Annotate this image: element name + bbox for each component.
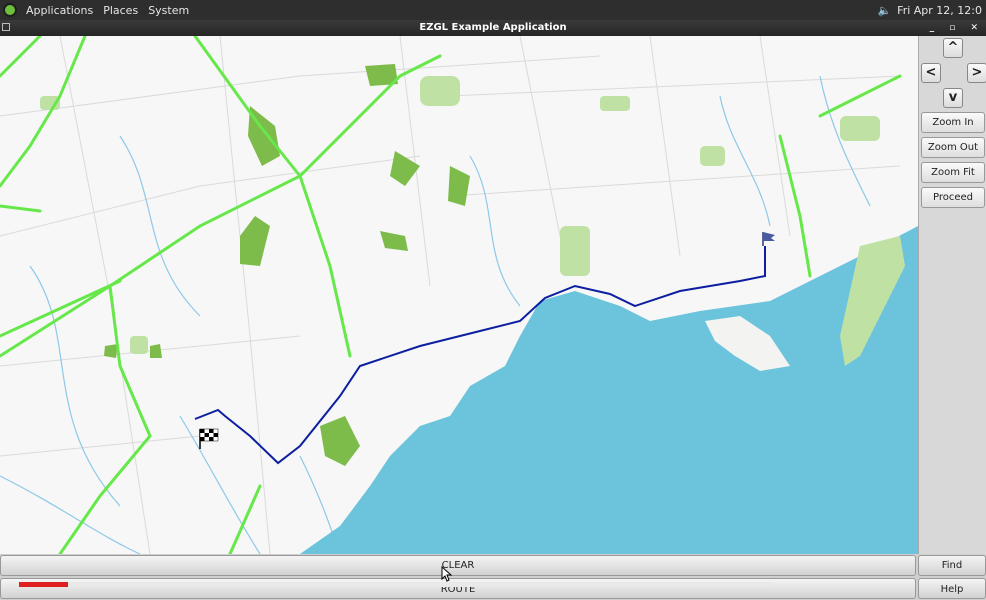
menu-places[interactable]: Places [98,4,143,17]
zoom-in-button[interactable]: Zoom In [921,112,985,133]
route-progress-fill [19,582,69,587]
system-top-bar: Applications Places System 🔈 Fri Apr 12,… [0,0,986,20]
window-title-bar: EZGL Example Application _ ▫ ✕ [0,20,986,36]
map-canvas[interactable] [0,36,918,554]
pan-up-button[interactable]: ^ [943,38,963,58]
pan-down-button[interactable]: v [943,88,963,108]
dark-parks [104,64,470,466]
checkered-flag-icon [199,428,219,449]
window-menu-icon[interactable] [2,23,10,31]
clear-button[interactable]: CLEAR [0,555,916,576]
window-controls[interactable]: _ ▫ ✕ [930,20,984,36]
lake-water [300,226,918,554]
side-panel: ^ < > v Zoom In Zoom Out Zoom Fit Procee… [918,36,986,554]
window-title: EZGL Example Application [419,22,567,33]
pan-right-button[interactable]: > [967,63,986,83]
clock-label[interactable]: Fri Apr 12, 12:0 [897,4,982,17]
map-drawing [0,36,918,554]
zoom-fit-button[interactable]: Zoom Fit [921,162,985,183]
menu-system[interactable]: System [143,4,194,17]
distro-logo-icon[interactable] [3,3,17,17]
pan-left-button[interactable]: < [921,63,941,83]
volume-icon[interactable]: 🔈 [877,4,891,17]
destination-flag-icon [762,232,775,246]
help-button[interactable]: Help [918,578,986,599]
mouse-cursor-icon [441,566,453,582]
route-progress-bar [19,582,774,587]
system-tray: 🔈 Fri Apr 12, 12:0 [877,0,982,20]
zoom-out-button[interactable]: Zoom Out [921,137,985,158]
bottom-bar: CLEAR ROUTE Find Help [0,554,986,600]
proceed-button[interactable]: Proceed [921,187,985,208]
menu-applications[interactable]: Applications [21,4,98,17]
find-button[interactable]: Find [918,555,986,576]
